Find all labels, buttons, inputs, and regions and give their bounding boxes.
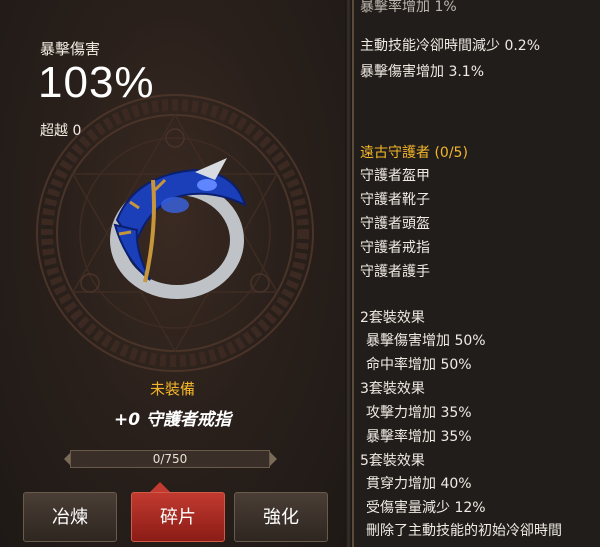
- set-piece: 守護者靴子: [360, 192, 430, 208]
- set-bonus-line: 刪除了主動技能的初始冷卻時間: [366, 523, 562, 539]
- set-bonus-line: 暴擊傷害增加 50%: [366, 333, 486, 349]
- set-title: 遠古守護者 (0/5): [360, 145, 468, 161]
- attribute-line: 暴擊傷害增加 3.1%: [360, 64, 485, 80]
- progress-cap-right: [270, 452, 277, 466]
- set-piece: 守護者頭盔: [360, 216, 430, 232]
- attribute-line: 暴擊率增加 1%: [360, 0, 457, 15]
- set-bonus-line: 攻擊力增加 35%: [366, 405, 472, 421]
- set-piece: 守護者護手: [360, 264, 430, 280]
- refine-button[interactable]: 冶煉: [23, 492, 117, 542]
- set-bonus-title: 3套裝效果: [360, 381, 425, 397]
- beyond-level: 超越 0: [40, 123, 82, 139]
- item-name: +0 守護者戒指: [114, 410, 231, 430]
- set-bonus-line: 暴擊率增加 35%: [366, 429, 472, 445]
- selected-indicator: [150, 482, 170, 492]
- equip-status: 未裝備: [149, 380, 195, 398]
- progress-text: 0/750: [152, 452, 188, 466]
- enhance-button[interactable]: 強化: [234, 492, 328, 542]
- set-bonus-line: 貫穿力增加 40%: [366, 476, 472, 492]
- stat-value: 103%: [38, 58, 155, 107]
- set-bonus-title: 2套裝效果: [360, 310, 425, 326]
- attribute-line: 主動技能冷卻時間減少 0.2%: [360, 38, 541, 54]
- set-piece: 守護者戒指: [360, 240, 430, 256]
- set-bonus-line: 命中率增加 50%: [366, 357, 472, 373]
- shard-progress-bar: 0/750: [70, 450, 270, 468]
- stat-label: 暴擊傷害: [40, 40, 101, 58]
- guardian-ring-icon[interactable]: [95, 150, 255, 310]
- shard-button[interactable]: 碎片: [131, 492, 225, 542]
- set-bonus-line: 受傷害量減少 12%: [366, 500, 486, 516]
- panel-divider: [345, 0, 352, 547]
- set-bonus-title: 5套裝效果: [360, 453, 425, 469]
- set-piece: 守護者盔甲: [360, 168, 430, 184]
